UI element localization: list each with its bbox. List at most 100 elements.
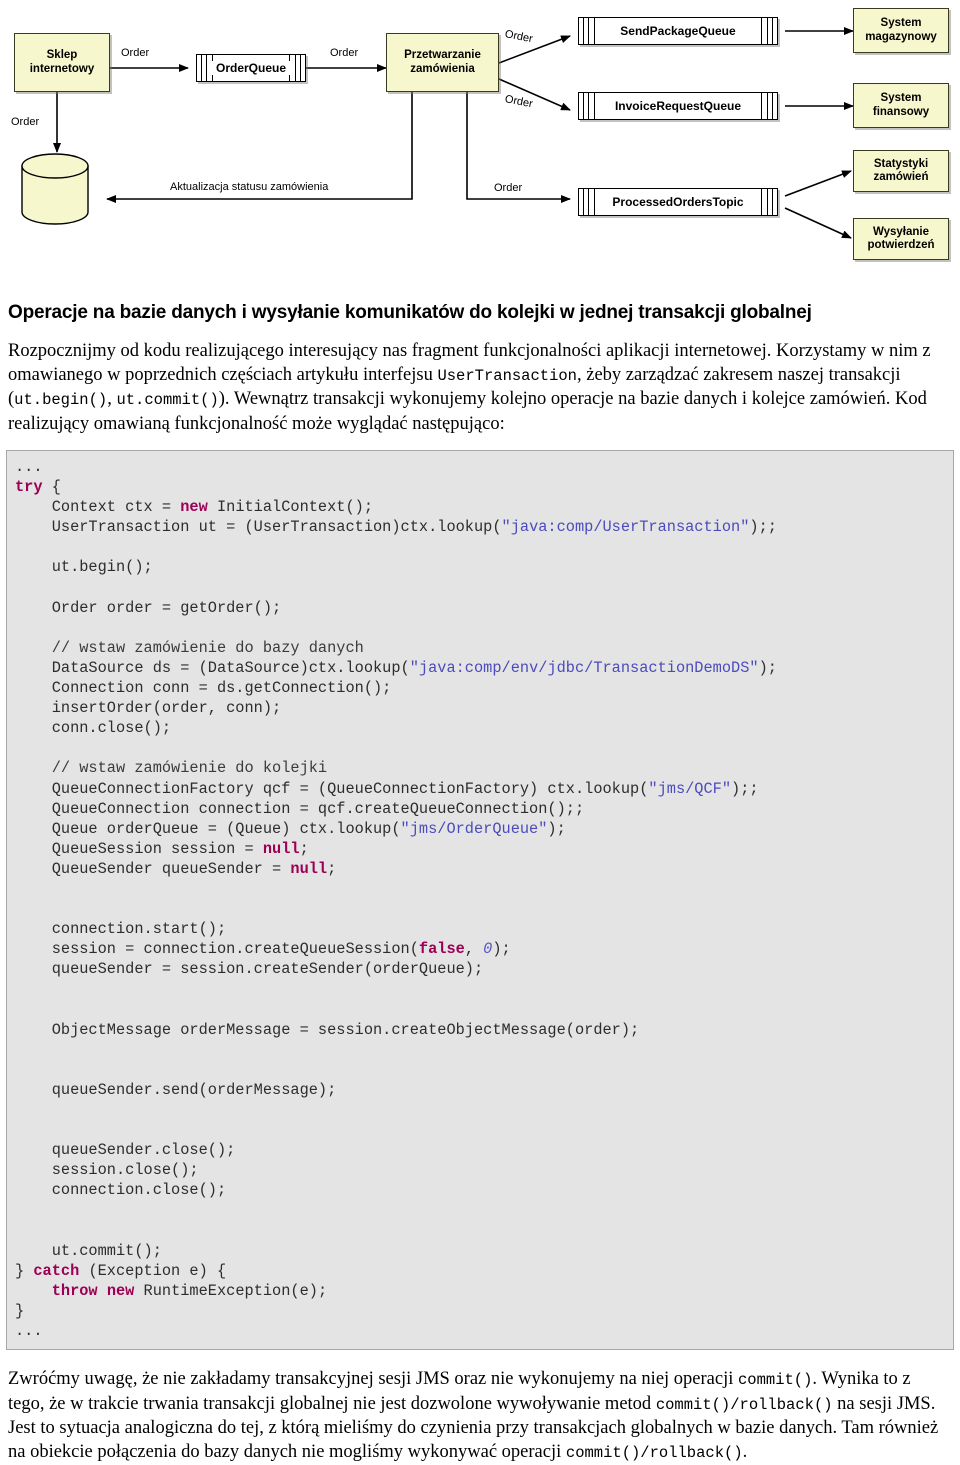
code-token: ut.begin(); (15, 558, 153, 577)
code-token: null (290, 859, 328, 878)
node-statystyki-line1: Statystyki (873, 157, 929, 170)
node-sklep-line2: internetowy (29, 62, 95, 75)
code-token: "jms/OrderQueue" (400, 819, 548, 838)
queue-orderqueue[interactable]: OrderQueue (196, 54, 306, 82)
queue-label: OrderQueue (211, 61, 291, 75)
edge-label-order-shop-to-db: Order (11, 116, 40, 128)
code-token: QueueConnection connection = qcf.createQ… (15, 799, 585, 818)
queue-divider (583, 93, 584, 119)
queue-label: InvoiceRequestQueue (610, 99, 746, 113)
inline-code-commit-rollback-1: commit()/rollback() (655, 1395, 833, 1414)
queue-invoicerequestqueue[interactable]: InvoiceRequestQueue (578, 92, 778, 120)
queue-divider (761, 189, 762, 215)
node-wysylanie-potwierdzen[interactable]: Wysyłanie potwierdzeń (853, 218, 949, 260)
code-token: DataSource ds = (DataSource)ctx.lookup( (15, 658, 410, 677)
node-finansowy-line1: System (880, 92, 922, 104)
code-token: null (262, 839, 300, 858)
code-token: RuntimeException(e); (134, 1281, 328, 1300)
closing-paragraph: Zwróćmy uwagę, że nie zakładamy transakc… (8, 1368, 950, 1465)
queue-divider (295, 55, 296, 81)
code-token: try (15, 478, 43, 497)
code-token: ); (547, 819, 566, 838)
queue-divider (201, 55, 202, 81)
code-token: QueueConnectionFactory qcf = (QueueConne… (15, 779, 649, 798)
code-token: 0 (483, 940, 493, 959)
page-title: Operacje na bazie danych i wysyłanie kom… (8, 302, 812, 323)
queue-divider (588, 93, 589, 119)
node-przetwarzanie-line2: zamówienia (410, 62, 475, 75)
code-token: connection.start(); (15, 920, 227, 939)
code-token: );; (731, 779, 759, 798)
code-token: session = connection.createQueueSession( (15, 940, 419, 959)
queue-divider (761, 18, 762, 44)
edge-label-aktualizacja-statusu: Aktualizacja statusu zamówienia (170, 181, 329, 193)
code-token: "java:comp/UserTransaction" (501, 518, 750, 537)
node-statystyki-zamowien[interactable]: Statystyki zamówień (853, 150, 949, 192)
code-token: , (464, 940, 484, 959)
code-token: catch (33, 1261, 80, 1280)
database-cylinder-icon (21, 153, 89, 225)
queue-divider (772, 93, 773, 119)
code-token: } (15, 1301, 25, 1320)
code-token: UserTransaction ut = (UserTransaction)ct… (15, 518, 502, 537)
java-code-block: ... try { Context ctx = new InitialConte… (6, 450, 954, 1351)
code-token: insertOrder(order, conn); (15, 699, 282, 718)
code-token: ; (299, 839, 309, 858)
code-token: ObjectMessage orderMessage = session.cre… (15, 1020, 640, 1039)
code-token: Order order = getOrder(); (15, 598, 282, 617)
intro-paragraph: Rozpocznijmy od kodu realizującego inter… (8, 340, 950, 436)
queue-divider (761, 93, 762, 119)
queue-divider (767, 189, 768, 215)
node-finansowy-line2: finansowy (872, 105, 930, 118)
queue-divider (594, 18, 595, 44)
node-wysylanie-line2: potwierdzeń (867, 239, 935, 251)
code-token: ); (492, 940, 511, 959)
code-token: queueSender.send(orderMessage); (15, 1080, 337, 1099)
code-token: // wstaw zamówienie do kolejki (15, 759, 328, 778)
queue-divider (594, 93, 595, 119)
code-token: queueSender.close(); (15, 1141, 236, 1160)
node-magazynowy-line1: System (880, 17, 922, 29)
code-token: // wstaw zamówienie do bazy danych (15, 638, 364, 657)
node-system-magazynowy[interactable]: System magazynowy (853, 8, 949, 53)
code-token: "jms/QCF" (648, 779, 732, 798)
queue-divider (588, 18, 589, 44)
inline-code-commit: commit() (738, 1371, 813, 1390)
node-sklep-line1: Sklep (46, 49, 78, 61)
article-content: Operacje na bazie danych i wysyłanie kom… (0, 280, 960, 1465)
code-token: QueueSender queueSender = (15, 859, 291, 878)
queue-divider (206, 55, 207, 81)
code-token: ; (327, 859, 337, 878)
code-token: { (42, 478, 61, 497)
code-token: "java:comp/env/jdbc/TransactionDemoDS" (409, 658, 759, 677)
code-token: new (106, 1281, 135, 1300)
code-token: ... (15, 1322, 43, 1341)
node-wysylanie-line1: Wysyłanie (872, 225, 930, 238)
code-token: } (15, 1261, 34, 1280)
queue-divider (583, 18, 584, 44)
topic-processedorderstopic[interactable]: ProcessedOrdersTopic (578, 188, 778, 216)
node-sklep-internetowy[interactable]: Sklep internetowy (14, 33, 110, 92)
code-token: Context ctx = (15, 498, 181, 517)
queue-divider (588, 189, 589, 215)
topic-label: ProcessedOrdersTopic (608, 195, 748, 209)
node-przetwarzanie-zamowienia[interactable]: Przetwarzanie zamówienia (386, 33, 499, 92)
node-system-finansowy[interactable]: System finansowy (853, 83, 949, 128)
queue-divider (300, 55, 301, 81)
edge-label-order-shop-to-orderqueue: Order (121, 47, 150, 59)
code-token: (Exception e) { (79, 1261, 227, 1280)
code-token: false (418, 940, 465, 959)
queue-label: SendPackageQueue (616, 24, 740, 38)
code-token: new (180, 498, 208, 517)
code-token: queueSender = session.createSender(order… (15, 960, 484, 979)
code-token: Queue orderQueue = (Queue) ctx.lookup( (15, 819, 401, 838)
edge-label-order-orderqueue-to-processing: Order (330, 47, 359, 59)
tail-text-1: Zwróćmy uwagę, że nie zakładamy transakc… (8, 1369, 738, 1390)
queue-sendpackagequeue[interactable]: SendPackageQueue (578, 17, 778, 45)
code-token: ); (758, 658, 777, 677)
inline-code-ut-begin: ut.begin() (14, 391, 108, 409)
inline-code-commit-rollback-2: commit()/rollback() (565, 1443, 743, 1462)
code-token: connection.close(); (15, 1181, 227, 1200)
code-token: QueueSession session = (15, 839, 263, 858)
code-token: ut.commit(); (15, 1241, 162, 1260)
